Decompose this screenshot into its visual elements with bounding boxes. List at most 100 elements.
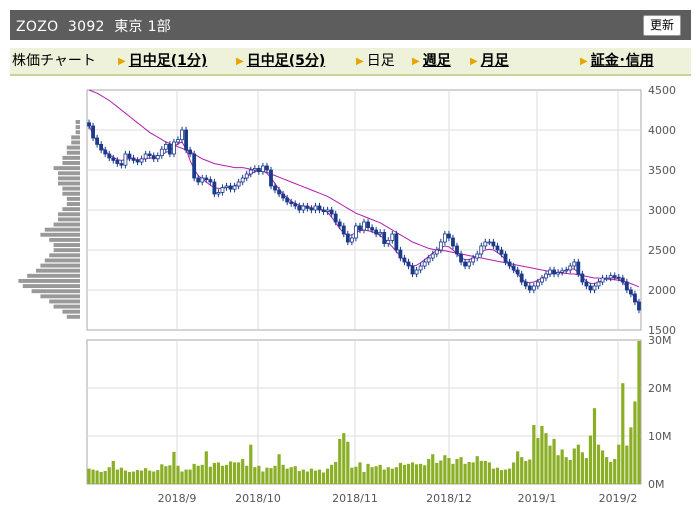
- candle-body: [135, 160, 140, 163]
- volume-bar: [176, 465, 180, 484]
- price-volume-bar: [53, 248, 80, 253]
- price-volume-bar: [58, 212, 80, 217]
- nav-item-label: 週足: [422, 53, 451, 69]
- volume-bar: [293, 466, 297, 484]
- volume-bar: [503, 469, 508, 484]
- volume-bar: [637, 340, 641, 484]
- candle-body: [349, 237, 354, 243]
- volume-bar: [609, 461, 613, 484]
- refresh-button[interactable]: 更新: [642, 15, 681, 36]
- volume-bar: [548, 445, 552, 484]
- candle-body: [576, 261, 581, 275]
- volume-bar: [439, 460, 443, 484]
- volume-bar: [184, 469, 188, 484]
- price-volume-bar: [49, 237, 80, 242]
- candle-body: [588, 285, 593, 291]
- price-volume-bar: [18, 278, 80, 283]
- candle-body: [499, 249, 504, 255]
- volume-bar: [455, 459, 459, 484]
- volume-bar: [431, 454, 435, 484]
- nav-item-label: 証金･信用: [590, 53, 654, 69]
- candle-body: [616, 276, 621, 279]
- candle-body: [366, 221, 370, 228]
- volume-bar: [144, 468, 148, 484]
- x-tick-label: 2018/12: [426, 492, 472, 505]
- price-volume-bar: [53, 222, 80, 227]
- candle-body: [507, 261, 512, 267]
- candle-body: [568, 265, 573, 271]
- nav-weekly[interactable]: ▶ 週足: [412, 52, 451, 72]
- price-volume-bar: [75, 130, 80, 135]
- nav-monthly[interactable]: ▶ 月足: [470, 52, 509, 72]
- candle-body: [386, 239, 391, 244]
- volume-bar: [249, 444, 253, 484]
- candle-body: [91, 125, 95, 139]
- candle-body: [402, 257, 407, 263]
- candle-body: [131, 157, 136, 161]
- candle-body: [232, 185, 237, 190]
- candle-body: [329, 209, 334, 215]
- volume-bar: [483, 460, 487, 484]
- price-volume-bar: [40, 294, 80, 299]
- candle-body: [305, 205, 310, 209]
- candle-body: [438, 241, 443, 251]
- volume-bar: [414, 464, 419, 484]
- candle-body: [483, 241, 488, 247]
- price-volume-bar: [62, 186, 80, 191]
- nav-item-label: 日中足(1分): [128, 53, 208, 69]
- volume-bar: [297, 471, 301, 484]
- price-volume-bar: [31, 289, 81, 294]
- price-volume-bar: [53, 304, 80, 309]
- volume-bar: [386, 467, 390, 484]
- candle-body: [354, 225, 358, 239]
- nav-margin[interactable]: ▶ 証金･信用: [580, 52, 654, 72]
- nav-intraday-1min[interactable]: ▶ 日中足(1分): [118, 52, 207, 72]
- volume-bar: [115, 469, 119, 484]
- volume-bar: [427, 459, 431, 484]
- candle-body: [236, 181, 241, 187]
- volume-bar: [435, 462, 439, 484]
- volume-bar: [394, 467, 398, 484]
- candle-body: [434, 249, 439, 255]
- volume-bar: [172, 451, 176, 484]
- candle-body: [143, 153, 148, 160]
- candle-body: [309, 207, 314, 211]
- candle-body: [228, 185, 233, 190]
- candle-body: [95, 137, 100, 145]
- candle-body: [155, 155, 160, 160]
- volume-bar: [580, 452, 584, 484]
- volume-bar: [419, 463, 423, 484]
- nav-intraday-5min[interactable]: ▶ 日中足(5分): [236, 52, 325, 72]
- candle-body: [151, 155, 156, 160]
- candle-body: [107, 153, 112, 159]
- volume-bar: [596, 444, 601, 484]
- x-tick-label: 2018/10: [235, 492, 281, 505]
- candle-body: [341, 225, 346, 235]
- price-volume-bar: [36, 268, 80, 273]
- volume-bar: [406, 463, 411, 484]
- volume-bar: [479, 460, 483, 484]
- volume-bar: [148, 470, 152, 484]
- price-volume-bar: [58, 176, 80, 181]
- price-volume-bar: [49, 299, 80, 304]
- candle-body: [531, 285, 536, 291]
- candle-body: [548, 269, 552, 275]
- candle-body: [321, 209, 326, 212]
- volume-bar: [192, 463, 196, 484]
- candle-body: [212, 181, 217, 195]
- candle-body: [467, 261, 472, 267]
- volume-bar: [507, 468, 512, 484]
- candle-body: [192, 153, 197, 179]
- volume-bar: [237, 462, 241, 484]
- volume-bar: [212, 462, 216, 484]
- candle-body: [224, 185, 229, 188]
- volume-tick-label: 0M: [648, 478, 665, 491]
- candle-body: [188, 149, 193, 155]
- candle-body: [248, 169, 253, 175]
- candle-body: [382, 231, 387, 244]
- candle-body: [519, 273, 524, 283]
- nav-daily: ▶ 日足: [356, 52, 395, 72]
- price-volume-bar: [71, 135, 80, 140]
- volume-bar: [257, 465, 261, 484]
- volume-tick-label: 30M: [648, 334, 672, 347]
